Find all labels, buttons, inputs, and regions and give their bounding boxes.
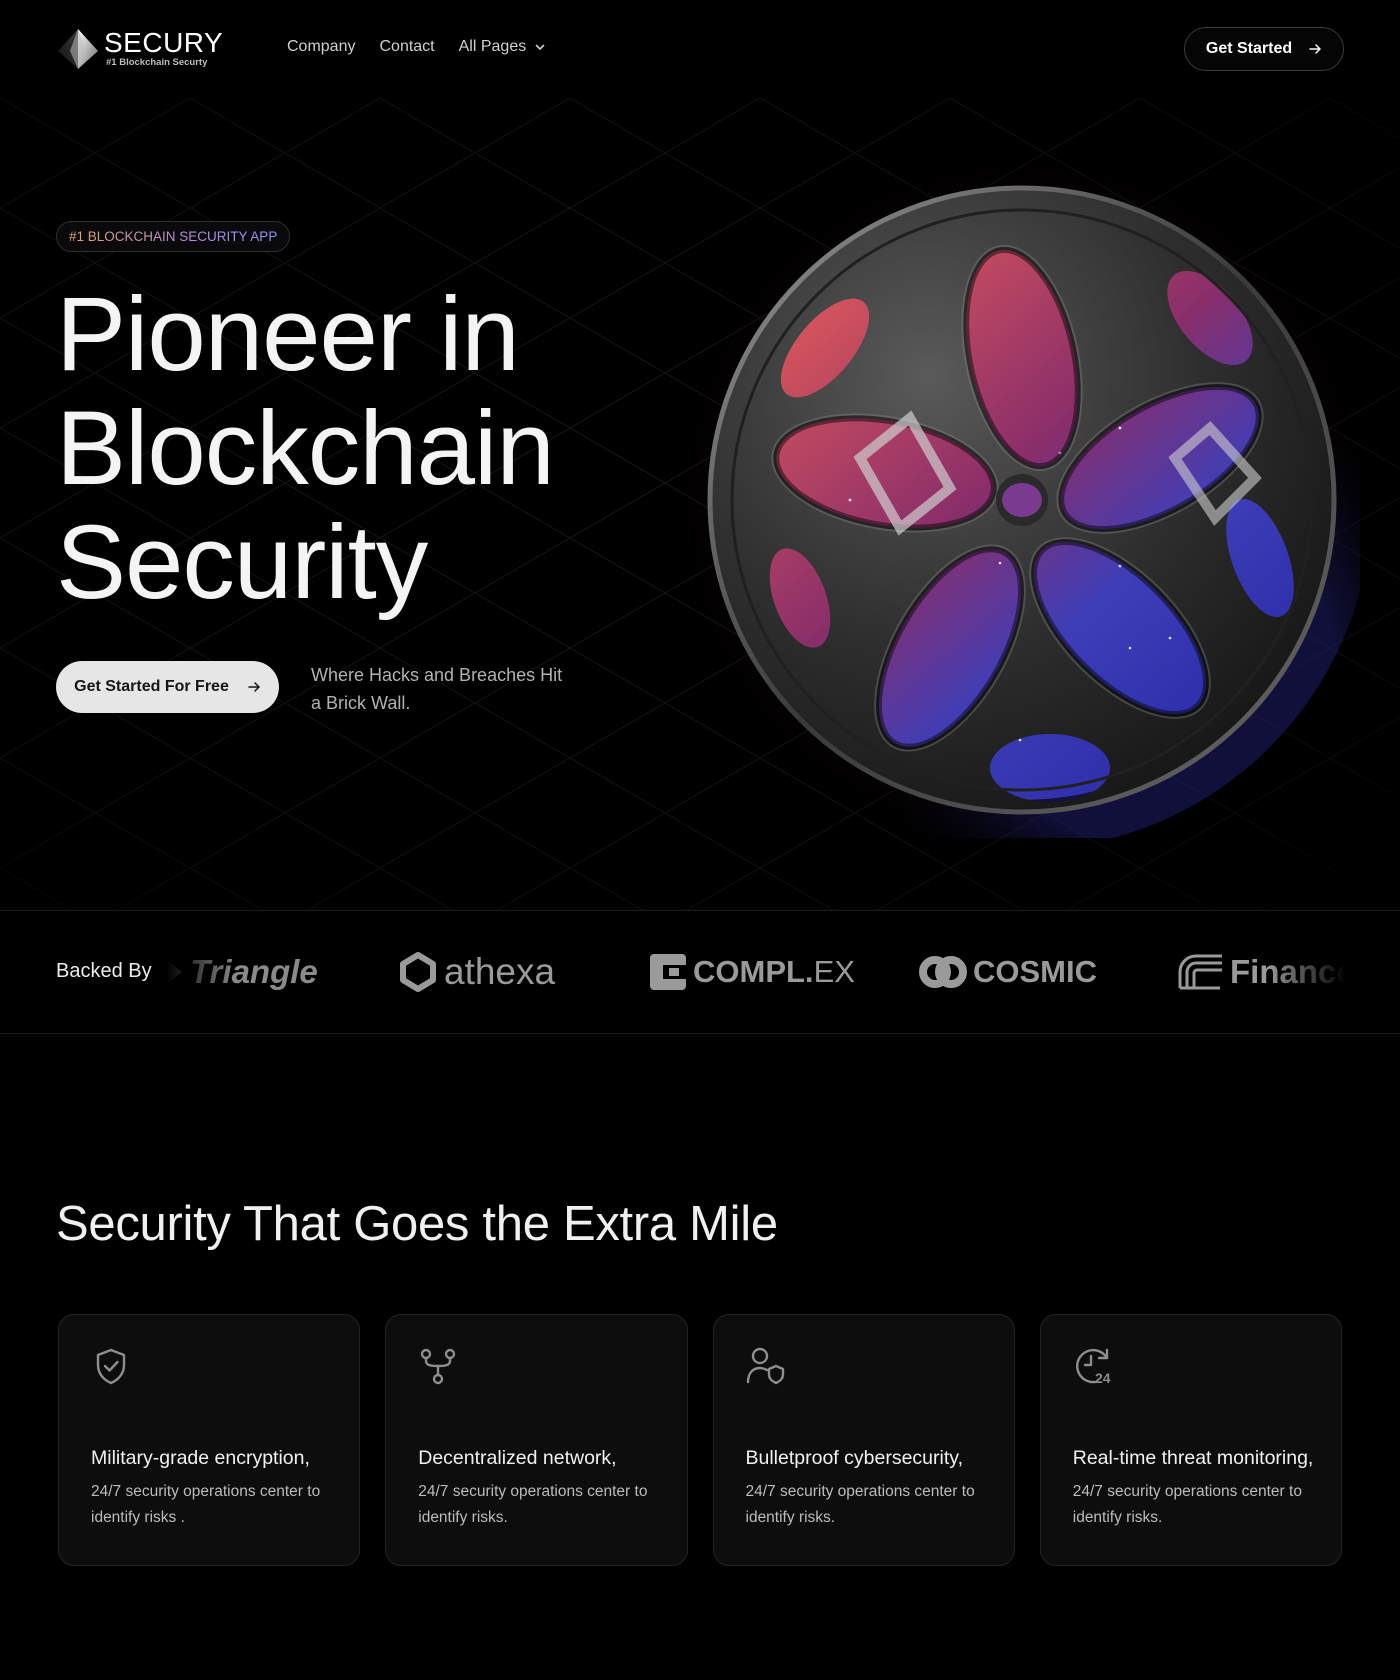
hero-title-line-3: Security — [56, 504, 428, 621]
feature-card-title: Decentralized network, — [418, 1447, 617, 1469]
feature-card-desc: 24/7 security operations center to ident… — [745, 1483, 975, 1526]
partner-logo-triangle[interactable]: Triangle — [166, 949, 318, 995]
shield-check-icon — [96, 1348, 126, 1385]
backed-by-section: Backed By Triangle athexa COMPL.EX COSMI… — [0, 910, 1400, 1034]
features-section-title: Security That Goes the Extra Mile — [56, 1197, 778, 1251]
partner-logo-athexa[interactable]: athexa — [398, 949, 555, 995]
hero-subtitle: Where Hacks and Breaches Hit a Brick Wal… — [311, 665, 563, 713]
arrow-right-icon — [1309, 44, 1321, 54]
sphere-illustration — [667, 145, 1360, 838]
hero-title-line-2: Blockchain — [56, 390, 555, 507]
feature-card-cybersecurity: Bulletproof cybersecurity, 24/7 security… — [712, 1314, 1015, 1566]
feature-card-desc: 24/7 security operations center to ident… — [418, 1483, 648, 1526]
nav-dropdown-all-pages[interactable]: All Pages — [459, 38, 547, 56]
partner-name-complex-suffix: EX — [813, 954, 855, 989]
backed-by-label: Backed By — [56, 960, 152, 982]
hero-title-line-1: Pioneer in — [56, 276, 520, 393]
partner-logo-cosmic[interactable]: COSMIC — [919, 949, 1097, 995]
partner-logo-complex[interactable]: COMPL.EX — [649, 949, 855, 995]
finance-logo-icon — [1178, 954, 1222, 990]
nav-link-contact[interactable]: Contact — [379, 38, 434, 56]
feature-cards: Military-grade encryption, 24/7 security… — [58, 1314, 1342, 1566]
get-started-label: Get Started — [1205, 40, 1293, 57]
partner-name-athexa: athexa — [444, 951, 556, 992]
get-started-free-button[interactable]: Get Started For Free — [56, 661, 279, 713]
chevron-down-icon — [535, 44, 545, 50]
svg-text:24: 24 — [1095, 1370, 1111, 1386]
feature-card-monitoring: 24 Real-time threat monitoring, 24/7 sec… — [1039, 1314, 1342, 1566]
link-chain-logo-icon — [919, 956, 967, 988]
hero-badge-text: #1 BLOCKCHAIN SECURITY APP — [69, 229, 278, 244]
nav-link-all-pages-label: All Pages — [458, 38, 527, 55]
partner-name-triangle: Triangle — [190, 953, 318, 990]
clock-24-icon: 24 — [1075, 1348, 1111, 1386]
hexagon-logo-icon — [400, 952, 436, 992]
feature-card-desc: 24/7 security operations center to ident… — [1072, 1483, 1302, 1526]
partner-logo-strip: Triangle athexa COMPL.EX COSMIC Finance — [166, 927, 1346, 1017]
complex-logo-icon — [650, 954, 687, 990]
brand-name: SECURY — [104, 27, 224, 58]
partner-name-complex-main: COMPL. — [693, 954, 814, 989]
user-shield-icon — [746, 1347, 784, 1385]
nav-link-company[interactable]: Company — [287, 38, 355, 56]
nav-links: Company Contact All Pages — [287, 38, 546, 56]
feature-card-desc: 24/7 security operations center to ident… — [91, 1483, 321, 1526]
feature-card-decentralized: Decentralized network, 24/7 security ope… — [385, 1314, 688, 1566]
hero-section: #1 BLOCKCHAIN SECURITY APP Pioneer in Bl… — [0, 98, 1400, 910]
feature-card-title: Bulletproof cybersecurity, — [745, 1447, 963, 1469]
get-started-free-label: Get Started For Free — [74, 678, 229, 695]
feature-card-encryption: Military-grade encryption, 24/7 security… — [58, 1314, 361, 1566]
partner-logo-finance[interactable]: Finance — [1176, 949, 1346, 995]
brand-tagline: #1 Blockchain Securty — [106, 57, 208, 68]
hero-badge: #1 BLOCKCHAIN SECURITY APP — [56, 221, 291, 252]
feature-card-title: Real-time threat monitoring, — [1072, 1447, 1314, 1469]
get-started-button[interactable]: Get Started — [1184, 27, 1344, 71]
triangle-logo-icon — [168, 961, 182, 983]
top-nav: SECURY #1 Blockchain Securty Company Con… — [0, 0, 1400, 98]
logo-mark-icon — [58, 29, 98, 69]
network-fork-icon — [421, 1348, 456, 1385]
hero-title: Pioneer in Blockchain Security — [56, 278, 676, 620]
feature-card-title: Military-grade encryption, — [91, 1447, 310, 1469]
partner-name-cosmic: COSMIC — [973, 954, 1097, 989]
arrow-right-icon — [248, 682, 260, 692]
partner-name-complex: COMPL.EX — [693, 954, 855, 990]
partner-name-finance: Finance — [1230, 953, 1346, 990]
brand-logo[interactable]: SECURY #1 Blockchain Securty — [56, 26, 223, 72]
